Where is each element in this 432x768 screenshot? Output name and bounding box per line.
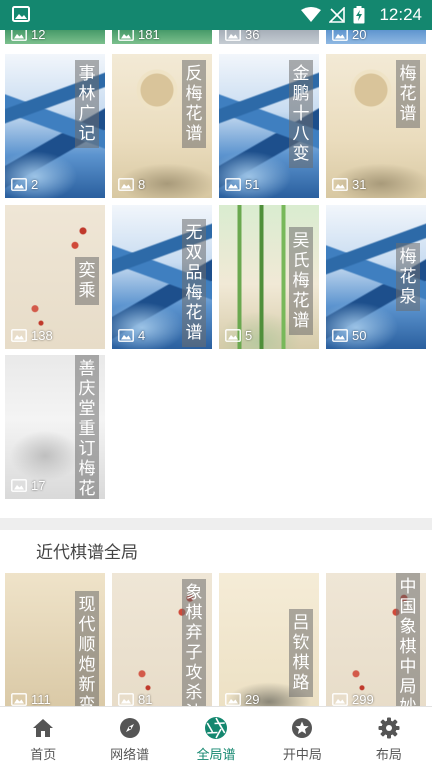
image-count: 138	[31, 328, 53, 343]
image-icon	[332, 329, 348, 342]
book-card[interactable]: 36	[219, 30, 319, 44]
image-icon	[225, 178, 241, 191]
book-card[interactable]: 现代顺炮新变 111	[5, 573, 105, 706]
image-count: 2	[31, 177, 39, 192]
image-count: 5	[245, 328, 253, 343]
image-count: 20	[352, 30, 367, 42]
book-title: 中国象棋中局妙手	[396, 573, 420, 706]
image-count: 181	[138, 30, 160, 42]
aperture-icon	[204, 716, 228, 740]
book-title: 象棋弃子攻杀法	[182, 579, 206, 706]
book-title: 吴氏梅花谱	[289, 227, 313, 335]
compass-icon	[118, 716, 142, 740]
book-card[interactable]: 20	[326, 30, 426, 44]
book-title: 善庆堂重订梅花变	[75, 355, 99, 499]
image-count: 17	[31, 478, 46, 493]
image-count: 111	[31, 692, 51, 706]
book-card[interactable]: 善庆堂重订梅花变 17	[5, 355, 105, 499]
image-icon	[225, 693, 241, 706]
book-title: 梅花谱	[396, 60, 420, 128]
book-card[interactable]: 无双品梅花谱 4	[112, 205, 212, 349]
section-divider	[0, 518, 432, 530]
nav-home[interactable]: 首页	[0, 707, 86, 768]
nav-label: 网络谱	[110, 748, 150, 763]
status-bar: 12:24	[0, 0, 432, 30]
gallery-notification-icon	[12, 6, 30, 22]
image-count: 81	[138, 692, 153, 706]
image-icon	[225, 30, 241, 41]
nav-label: 首页	[30, 748, 57, 763]
image-icon	[11, 329, 27, 342]
clock: 12:24	[379, 5, 422, 24]
book-card[interactable]: 梅花谱 31	[326, 54, 426, 198]
home-icon	[31, 716, 55, 740]
image-count: 31	[352, 177, 367, 192]
nav-label: 布局	[375, 748, 402, 763]
no-signal-icon	[329, 7, 346, 23]
image-icon	[225, 329, 241, 342]
book-card[interactable]: 反梅花谱 8	[112, 54, 212, 198]
book-list[interactable]: 12 181 36 20 事林广记 2 反梅花谱 8 金鹏十八变 51 梅花谱 …	[0, 30, 432, 706]
image-count: 8	[138, 177, 146, 192]
book-card[interactable]: 象棋弃子攻杀法 81	[112, 573, 212, 706]
image-count: 4	[138, 328, 146, 343]
image-icon	[118, 178, 134, 191]
image-icon	[332, 178, 348, 191]
nav-label: 开中局	[282, 748, 322, 763]
book-title: 事林广记	[75, 60, 99, 148]
image-icon	[118, 693, 134, 706]
wifi-icon	[301, 7, 322, 22]
image-icon	[11, 30, 27, 41]
image-icon	[118, 329, 134, 342]
image-icon	[11, 178, 27, 191]
image-count: 12	[31, 30, 46, 42]
book-card[interactable]: 中国象棋中局妙手 299	[326, 573, 426, 706]
book-card[interactable]: 181	[112, 30, 212, 44]
bottom-nav: 首页 网络谱 全局谱 开中局 布局	[0, 706, 432, 768]
gear-icon	[377, 716, 401, 740]
book-card[interactable]: 事林广记 2	[5, 54, 105, 198]
image-count: 36	[245, 30, 260, 42]
image-count: 29	[245, 692, 260, 706]
nav-network[interactable]: 网络谱	[86, 707, 172, 768]
image-icon	[11, 479, 27, 492]
book-title: 奕乘	[75, 257, 99, 305]
book-title: 反梅花谱	[182, 60, 206, 148]
book-card[interactable]: 吴氏梅花谱 5	[219, 205, 319, 349]
image-count: 299	[352, 692, 374, 706]
book-title: 吕钦棋路	[289, 609, 313, 697]
nav-full-game[interactable]: 全局谱	[173, 707, 259, 768]
book-title: 金鹏十八变	[289, 60, 313, 168]
book-title: 无双品梅花谱	[182, 219, 206, 347]
nav-label: 全局谱	[196, 748, 236, 763]
battery-charging-icon	[353, 6, 365, 24]
book-title: 梅花泉	[396, 243, 420, 311]
image-icon	[118, 30, 134, 41]
book-card[interactable]: 吕钦棋路 29	[219, 573, 319, 706]
section-title: 近代棋谱全局	[36, 543, 138, 563]
star-badge-icon	[290, 716, 314, 740]
image-icon	[332, 30, 348, 41]
image-count: 50	[352, 328, 367, 343]
image-icon	[11, 693, 27, 706]
book-card[interactable]: 12	[5, 30, 105, 44]
book-card[interactable]: 奕乘 138	[5, 205, 105, 349]
book-title: 现代顺炮新变	[75, 591, 99, 706]
image-count: 51	[245, 177, 260, 192]
book-card[interactable]: 金鹏十八变 51	[219, 54, 319, 198]
book-card[interactable]: 梅花泉 50	[326, 205, 426, 349]
nav-opening[interactable]: 开中局	[259, 707, 345, 768]
image-icon	[332, 693, 348, 706]
nav-layout[interactable]: 布局	[346, 707, 432, 768]
